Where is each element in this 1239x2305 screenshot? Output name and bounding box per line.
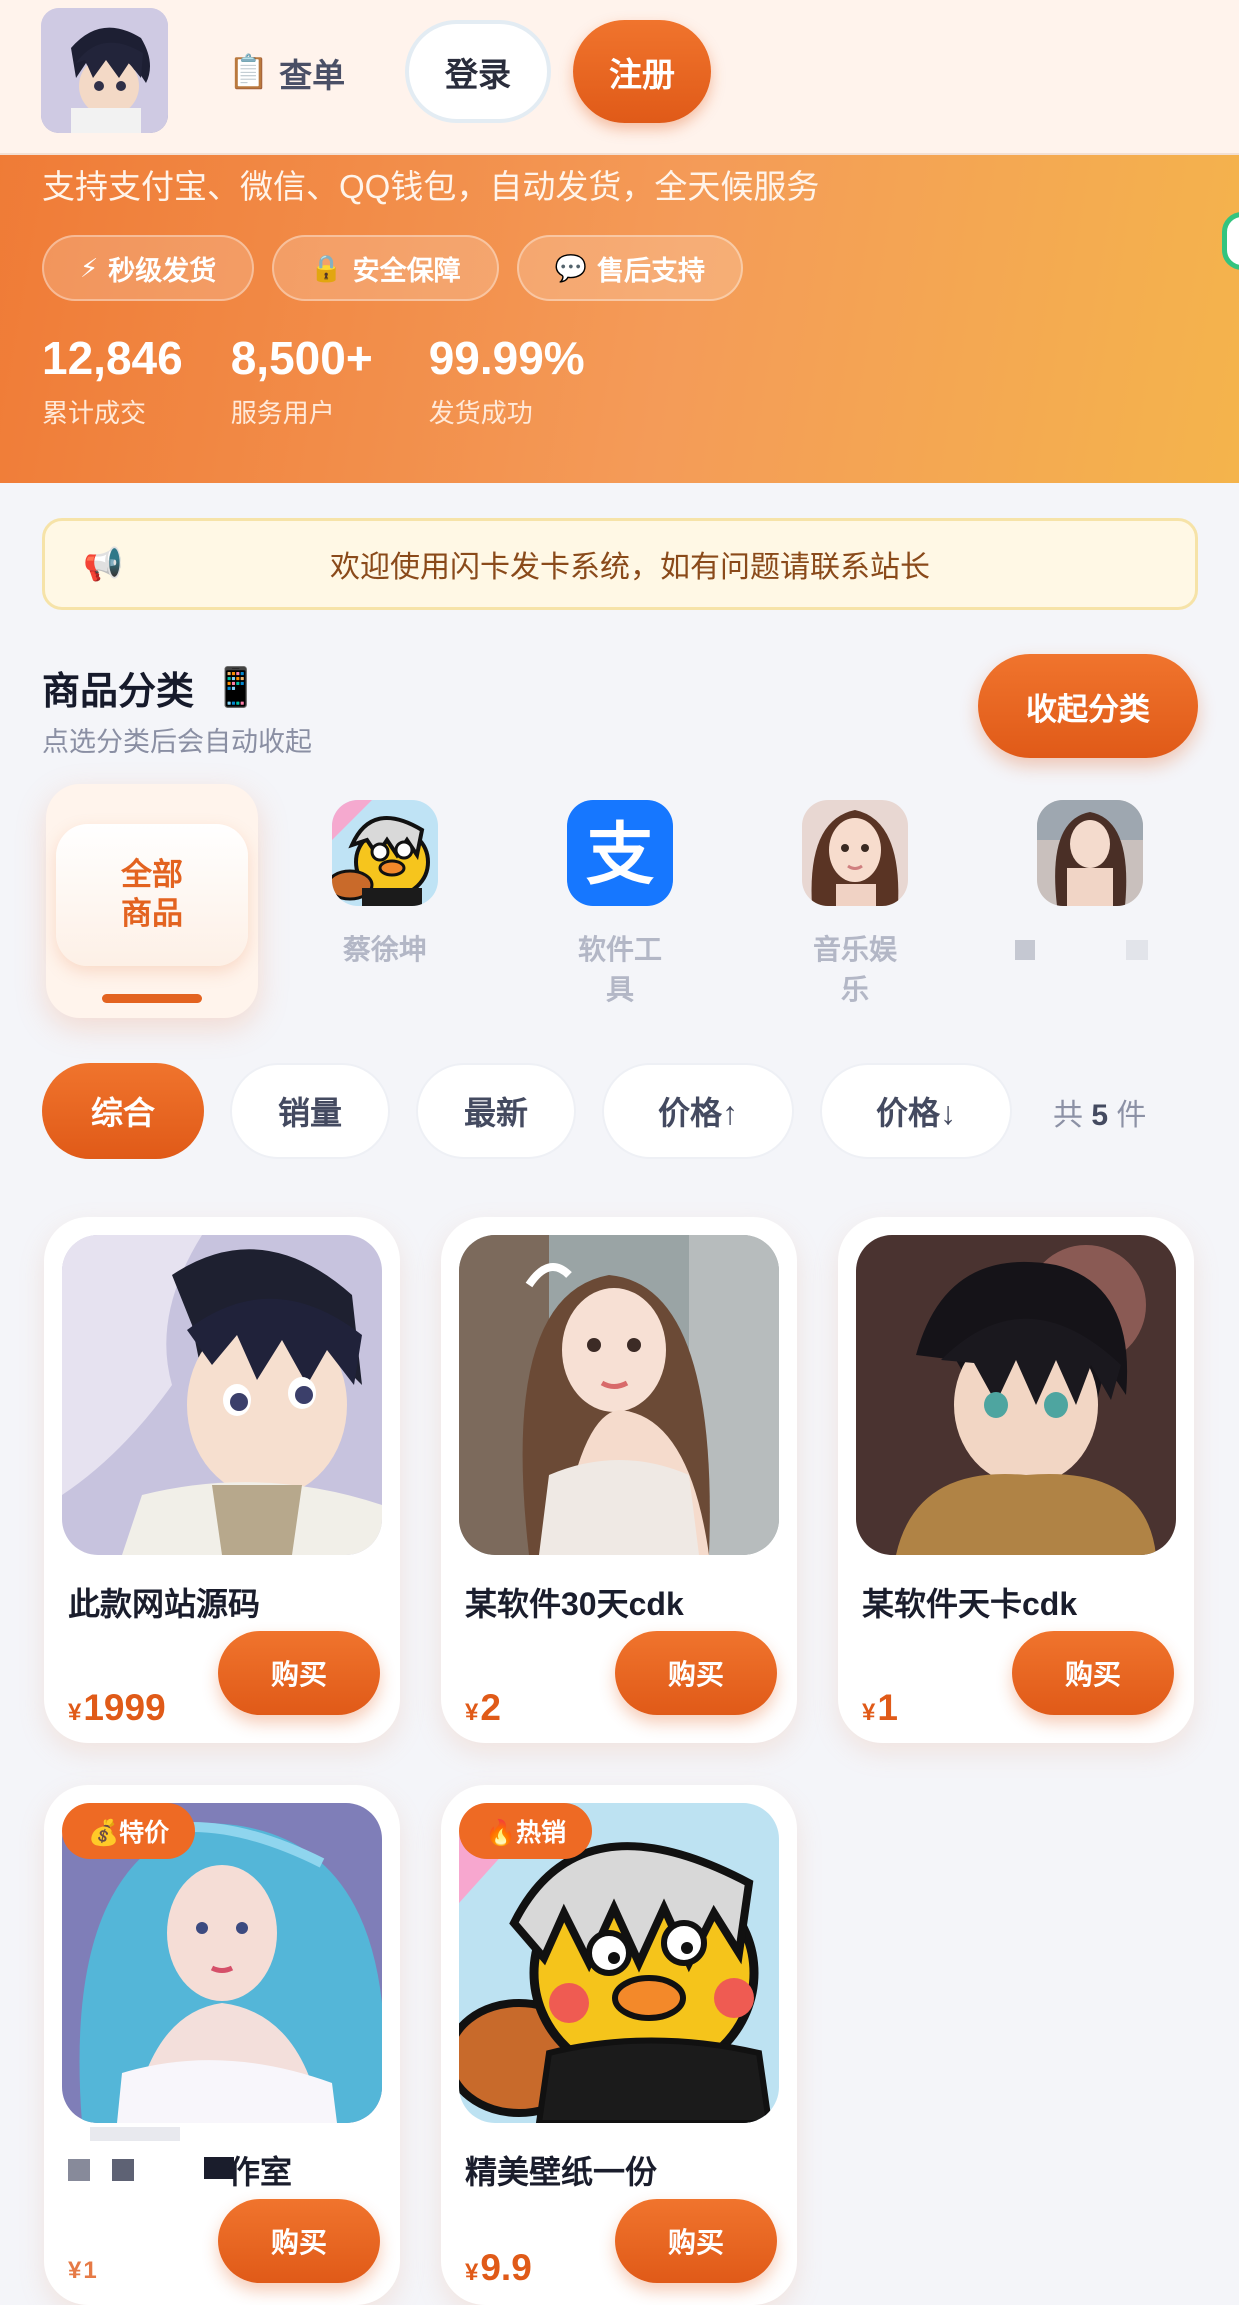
category-item-masked[interactable] xyxy=(1015,800,1148,960)
price-value: 1999 xyxy=(83,1687,166,1728)
total-number: 5 xyxy=(1091,1099,1109,1132)
login-button[interactable]: 登录 xyxy=(405,20,551,123)
product-card[interactable]: 💰特价 作室 ¥1 购买 xyxy=(44,1785,400,2305)
sort-filter-bar: 综合 销量 最新 价格↑ 价格↓ xyxy=(42,1063,1012,1159)
category-label: 软件工具 xyxy=(577,934,662,1005)
buy-button[interactable]: 购买 xyxy=(218,2199,380,2283)
buy-button[interactable]: 购买 xyxy=(615,2199,777,2283)
feature-chips: ⚡ 秒级发货 🔒 安全保障 💬 售后支持 xyxy=(42,235,744,301)
category-item-caixukun[interactable]: 蔡徐坤 xyxy=(330,800,440,968)
stat-success-rate: 99.99% 发货成功 xyxy=(429,335,585,430)
alipay-icon: 支 xyxy=(567,800,673,906)
feature-chip-fast-delivery: ⚡ 秒级发货 xyxy=(42,235,255,301)
deal-badge: 💰特价 xyxy=(62,1803,196,1859)
collapse-categories-button[interactable]: 收起分类 xyxy=(978,654,1198,758)
sort-composite-tab[interactable]: 综合 xyxy=(42,1063,204,1159)
price-value: 9.9 xyxy=(480,2247,532,2288)
category-hint: 点选分类后会自动收起 xyxy=(42,727,312,757)
currency-symbol: ¥ xyxy=(68,2257,82,2284)
floating-service-icon[interactable] xyxy=(1222,212,1239,270)
total-prefix: 共 xyxy=(1053,1099,1083,1132)
stat-label: 发货成功 xyxy=(428,398,533,428)
hero-stats: 12,846 累计成交 8,500+ 服务用户 99.99% 发货成功 xyxy=(42,335,585,430)
site-logo[interactable] xyxy=(41,8,168,133)
currency-symbol: ¥ xyxy=(465,2259,479,2286)
feature-chip-label: 安全保障 xyxy=(352,255,461,286)
svg-text:支: 支 xyxy=(586,816,654,895)
buy-button[interactable]: 购买 xyxy=(1012,1631,1174,1715)
total-suffix: 件 xyxy=(1116,1099,1147,1132)
feature-chip-label: 秒级发货 xyxy=(108,255,217,286)
category-item-music[interactable]: 音乐娱乐 xyxy=(800,800,910,1008)
buy-button[interactable]: 购买 xyxy=(218,1631,380,1715)
category-all-products[interactable]: 全部 商品 xyxy=(46,784,258,1018)
chat-bubble-icon: 💬 xyxy=(554,252,588,283)
stat-total-deals: 12,846 累计成交 xyxy=(42,335,183,430)
stat-value: 12,846 xyxy=(42,332,183,384)
lightning-icon: ⚡ xyxy=(80,252,99,283)
product-price: ¥9.9 xyxy=(465,2247,532,2289)
price-value: 1 xyxy=(83,2257,97,2284)
feature-chip-support: 💬 售后支持 xyxy=(516,235,744,301)
product-card[interactable]: 此款网站源码 ¥1999 购买 xyxy=(44,1217,400,1743)
category-image xyxy=(802,800,908,906)
stat-value: 8,500+ xyxy=(230,332,373,384)
currency-symbol: ¥ xyxy=(862,1699,876,1726)
stat-label: 累计成交 xyxy=(42,398,147,428)
hot-badge: 🔥热销 xyxy=(459,1803,593,1859)
product-image xyxy=(856,1235,1176,1555)
product-price: ¥1999 xyxy=(68,1687,166,1729)
register-button[interactable]: 注册 xyxy=(573,20,711,123)
active-indicator xyxy=(102,994,202,1003)
sort-newest-tab[interactable]: 最新 xyxy=(416,1063,576,1159)
product-name: 精美壁纸一份 xyxy=(465,2154,658,2190)
order-lookup-label: 查单 xyxy=(279,56,346,94)
total-count: 共 5 件 xyxy=(1053,1090,1146,1134)
sort-price-desc-tab[interactable]: 价格↓ xyxy=(820,1063,1012,1159)
feature-chip-label: 售后支持 xyxy=(597,255,706,286)
clipboard-icon: 📋 xyxy=(228,53,270,90)
stat-label: 服务用户 xyxy=(230,398,335,428)
sort-sales-tab[interactable]: 销量 xyxy=(230,1063,390,1159)
top-nav-bar: 📋 查单 登录 注册 xyxy=(0,0,1239,155)
lock-icon: 🔒 xyxy=(310,252,343,283)
product-price: ¥1 xyxy=(862,1687,898,1729)
category-all-label: 全部 商品 xyxy=(56,824,248,966)
product-card[interactable]: 🔥热销 精美壁纸一份 ¥9.9 购买 xyxy=(441,1785,797,2305)
category-title-text: 商品分类 xyxy=(42,671,195,713)
feature-chip-security: 🔒 安全保障 xyxy=(272,235,499,301)
stat-users: 8,500+ 服务用户 xyxy=(231,335,373,430)
product-price: ¥2 xyxy=(465,1687,501,1729)
product-image xyxy=(62,1235,382,1555)
currency-symbol: ¥ xyxy=(465,1699,479,1726)
buy-button[interactable]: 购买 xyxy=(615,1631,777,1715)
currency-symbol: ¥ xyxy=(68,1699,82,1726)
category-image xyxy=(1037,800,1143,906)
category-section-title: 商品分类 📱 xyxy=(42,660,259,715)
product-price: ¥1 xyxy=(68,2257,97,2285)
category-label: 音乐娱乐 xyxy=(812,934,897,1005)
order-lookup-button[interactable]: 📋 查单 xyxy=(228,40,345,105)
product-name-text: 作室 xyxy=(228,2154,293,2190)
sort-price-asc-tab[interactable]: 价格↑ xyxy=(602,1063,794,1159)
category-image xyxy=(332,800,438,906)
category-label: 蔡徐坤 xyxy=(342,934,427,965)
category-item-software-tools[interactable]: 支 软件工具 xyxy=(565,800,675,1008)
product-image xyxy=(459,1235,779,1555)
product-name: 某软件30天cdk xyxy=(465,1586,684,1622)
price-value: 1 xyxy=(877,1687,898,1728)
announcement-bar: 📢 欢迎使用闪卡发卡系统，如有问题请联系站长 xyxy=(42,518,1198,610)
phone-icon: 📱 xyxy=(212,666,260,709)
stat-value: 99.99% xyxy=(428,332,585,384)
category-label xyxy=(1015,928,1148,960)
announcement-text: 欢迎使用闪卡发卡系统，如有问题请联系站长 xyxy=(330,551,930,584)
product-card[interactable]: 某软件30天cdk ¥2 购买 xyxy=(441,1217,797,1743)
product-name: 某软件天卡cdk xyxy=(862,1586,1078,1622)
hero-subtitle: 支持支付宝、微信、QQ钱包，自动发货，全天候服务 xyxy=(42,168,820,205)
price-value: 2 xyxy=(480,1687,501,1728)
product-name: 此款网站源码 xyxy=(68,1586,261,1622)
product-card[interactable]: 某软件天卡cdk ¥1 购买 xyxy=(838,1217,1194,1743)
